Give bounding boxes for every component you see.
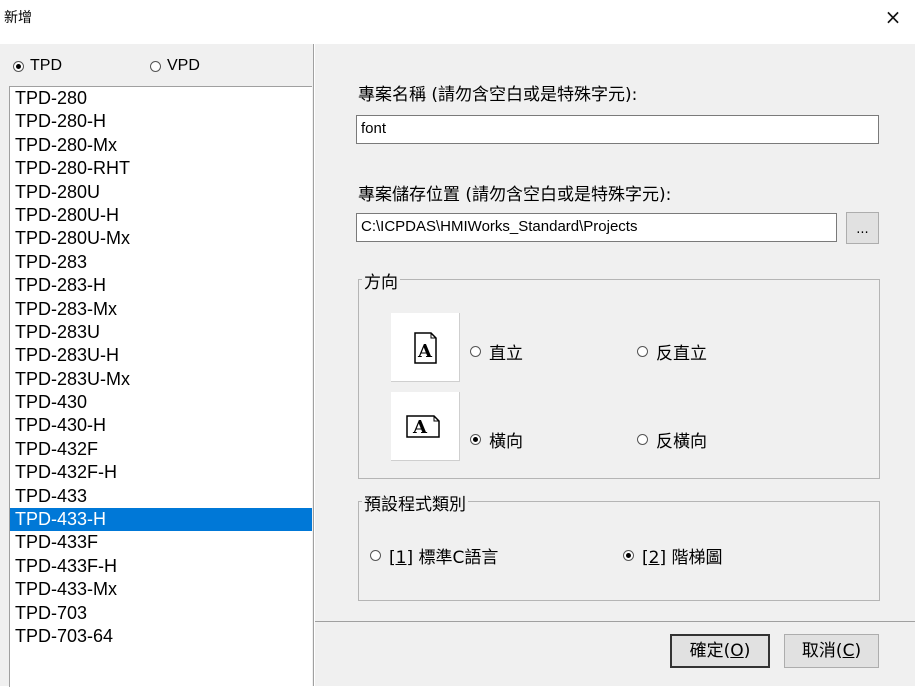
list-item[interactable]: TPD-703 xyxy=(10,602,312,625)
project-name-input[interactable]: font xyxy=(356,115,879,144)
browse-button[interactable]: ... xyxy=(846,212,879,244)
program-ladder-text: 階梯圖 xyxy=(666,548,723,568)
project-path-input[interactable]: C:\ICPDAS\HMIWorks_Standard\Projects xyxy=(356,213,837,242)
radio-tpd-indicator[interactable] xyxy=(13,60,24,72)
list-item[interactable]: TPD-433-Mx xyxy=(10,578,312,601)
orient-landscape-label: 橫向 xyxy=(489,432,523,452)
ok-button-suffix: ) xyxy=(743,641,751,661)
pane-divider-highlight xyxy=(314,44,315,686)
list-item[interactable]: TPD-430 xyxy=(10,391,312,414)
orient-reverse-landscape-radio[interactable] xyxy=(637,434,648,445)
list-item[interactable]: TPD-283U xyxy=(10,321,312,344)
radio-tpd[interactable]: TPD xyxy=(13,57,62,75)
orient-landscape-radio[interactable] xyxy=(470,434,481,445)
list-item[interactable]: TPD-280U xyxy=(10,181,312,204)
cancel-button-key: C xyxy=(842,641,855,661)
program-ladder-label: [2] 階梯圖 xyxy=(642,543,723,568)
cancel-button-label: 取消( xyxy=(801,641,843,661)
program-ladder-key: [2] xyxy=(642,548,667,568)
program-ladder-option[interactable]: [2] 階梯圖 xyxy=(623,543,723,568)
program-c-text: 標準C語言 xyxy=(413,548,499,568)
orient-reverse-landscape-label: 反橫向 xyxy=(656,432,707,452)
landscape-icon: A xyxy=(391,392,460,461)
radio-vpd-indicator[interactable] xyxy=(150,60,161,72)
list-item[interactable]: TPD-433F xyxy=(10,531,312,554)
radio-vpd-label: VPD xyxy=(167,57,200,74)
list-item[interactable]: TPD-280-H xyxy=(10,110,312,133)
list-item[interactable]: TPD-433-H xyxy=(10,508,312,532)
program-c-label: [1] 標準C語言 xyxy=(389,543,498,568)
orientation-group-title: 方向 xyxy=(362,268,400,293)
list-item[interactable]: TPD-283 xyxy=(10,251,312,274)
title-bar: 新增 × xyxy=(0,0,915,34)
orient-portrait-label: 直立 xyxy=(489,344,523,364)
list-item[interactable]: TPD-280U-Mx xyxy=(10,227,312,250)
model-listbox[interactable]: TPD-280 TPD-280-H TPD-280-Mx TPD-280-RHT TPD… xyxy=(9,86,312,687)
program-ladder-radio[interactable] xyxy=(623,550,634,561)
cancel-button[interactable]: 取消(C) xyxy=(784,634,879,668)
project-name-label: 專案名稱 (請勿含空白或是特殊字元): xyxy=(358,85,638,105)
list-item[interactable]: TPD-432F-H xyxy=(10,461,312,484)
list-item[interactable]: TPD-283-H xyxy=(10,274,312,297)
ok-button-label: 確定( xyxy=(689,641,731,661)
portrait-page-icon: A xyxy=(414,332,437,364)
list-item[interactable]: TPD-283U-Mx xyxy=(10,368,312,391)
orient-portrait-radio[interactable] xyxy=(470,346,481,357)
program-c-radio[interactable] xyxy=(370,550,381,561)
program-type-title: 預設程式類別 xyxy=(362,490,468,515)
orient-reverse-portrait-radio[interactable] xyxy=(637,346,648,357)
program-c-option[interactable]: [1] 標準C語言 xyxy=(370,543,498,568)
list-item[interactable]: TPD-280-RHT xyxy=(10,157,312,180)
program-c-key: [1] xyxy=(389,548,414,568)
orient-reverse-landscape-option[interactable]: 反橫向 xyxy=(637,427,707,452)
orient-reverse-portrait-label: 反直立 xyxy=(656,344,707,364)
ok-button[interactable]: 確定(O) xyxy=(670,634,770,668)
list-item[interactable]: TPD-283U-H xyxy=(10,344,312,367)
portrait-icon: A xyxy=(391,313,460,382)
landscape-page-icon: A xyxy=(406,415,440,438)
list-item[interactable]: TPD-280U-H xyxy=(10,204,312,227)
project-path-label: 專案儲存位置 (請勿含空白或是特殊字元): xyxy=(358,185,672,205)
close-icon: × xyxy=(884,5,902,29)
orient-reverse-portrait-option[interactable]: 反直立 xyxy=(637,339,707,364)
list-item[interactable]: TPD-433 xyxy=(10,485,312,508)
orient-landscape-option[interactable]: 橫向 xyxy=(470,427,523,452)
list-item[interactable]: TPD-432F xyxy=(10,438,312,461)
button-separator xyxy=(315,621,915,622)
ok-button-key: O xyxy=(730,641,744,661)
list-item[interactable]: TPD-280 xyxy=(10,87,312,110)
list-item[interactable]: TPD-430-H xyxy=(10,414,312,437)
close-button[interactable]: × xyxy=(871,0,915,34)
cancel-button-suffix: ) xyxy=(854,641,862,661)
svg-text:A: A xyxy=(417,341,433,362)
radio-vpd[interactable]: VPD xyxy=(150,57,200,75)
list-item[interactable]: TPD-703-64 xyxy=(10,625,312,648)
orient-portrait-option[interactable]: 直立 xyxy=(470,339,523,364)
list-item[interactable]: TPD-280-Mx xyxy=(10,134,312,157)
svg-text:A: A xyxy=(412,417,428,438)
list-item[interactable]: TPD-433F-H xyxy=(10,555,312,578)
list-item[interactable]: TPD-283-Mx xyxy=(10,298,312,321)
window-title: 新增 xyxy=(4,10,32,26)
radio-tpd-label: TPD xyxy=(30,57,62,74)
